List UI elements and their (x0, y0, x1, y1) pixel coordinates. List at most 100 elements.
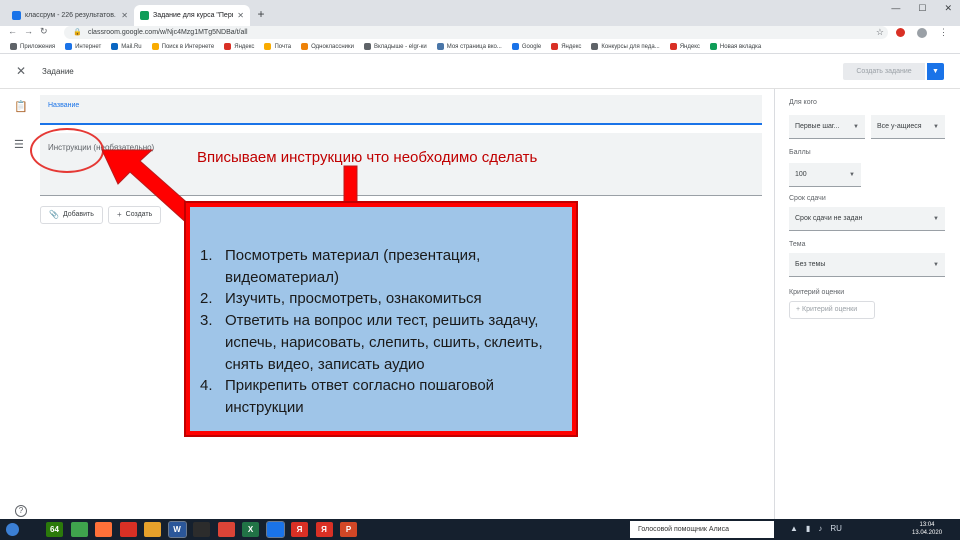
taskbar-app-icon[interactable] (217, 522, 235, 537)
bookmark-item[interactable]: Яндекс (551, 43, 581, 50)
course-value: Первые шаг... (795, 123, 840, 130)
language-icon[interactable]: RU (830, 524, 842, 533)
bookmark-item[interactable]: Яндекс (224, 43, 254, 50)
dropdown-caret-icon: ▼ (849, 172, 855, 178)
minimize-icon[interactable]: — (891, 3, 900, 14)
bookmark-item[interactable]: Google (511, 43, 541, 50)
taskbar-app-icon[interactable] (95, 522, 112, 537)
taskbar-app-icon[interactable] (119, 522, 137, 537)
windows-start-icon[interactable] (6, 523, 19, 536)
bookmark-item[interactable]: Поиск в Интернете (151, 43, 215, 50)
new-tab-button[interactable]: + (254, 7, 268, 21)
close-window-icon[interactable]: ✕ (944, 3, 952, 14)
bookmark-item[interactable]: Яндекс (669, 43, 700, 50)
create-assignment-button[interactable]: Создать задание (843, 63, 925, 80)
bookmark-favicon-icon (436, 43, 444, 50)
reload-icon[interactable]: ↻ (40, 26, 48, 37)
paperclip-icon: 📎 (49, 210, 59, 219)
taskbar-app-icon[interactable] (193, 522, 210, 537)
bookmark-favicon-icon (224, 43, 232, 50)
forward-icon[interactable]: → (24, 26, 33, 36)
bookmark-item[interactable]: Интернет (65, 43, 101, 50)
close-tab-icon[interactable]: ✕ (237, 11, 244, 20)
assignment-clipboard-icon: 📋 (14, 101, 28, 113)
browser-tab-search[interactable]: классрум - 226 результатов. По ✕ (6, 5, 134, 26)
steps-list: 1. Посмотреть материал (презентация, виде… (190, 245, 580, 419)
bookmark-item[interactable]: Конкурсы для педа... (591, 43, 660, 50)
profile-avatar[interactable] (917, 27, 927, 38)
create-dropdown-chevron-icon[interactable]: ▼ (927, 63, 944, 80)
highlight-ellipse (30, 128, 104, 173)
bookmark-star-icon[interactable]: ☆ (876, 27, 884, 38)
topic-select[interactable]: Без темы ▼ (789, 253, 945, 277)
taskbar-app-icon[interactable]: W (167, 521, 187, 538)
taskbar-app-icon[interactable] (265, 521, 285, 538)
dropdown-caret-icon: ▼ (853, 124, 859, 130)
step-number: 2. (200, 290, 213, 308)
bookmark-label: Поиск в Интернете (161, 43, 215, 50)
bookmark-label: Почта (274, 43, 292, 50)
taskbar-app-icon[interactable]: Я (315, 522, 333, 537)
points-select[interactable]: 100 ▼ (789, 163, 861, 187)
menu-kebab-icon[interactable]: ⋮ (939, 27, 948, 38)
close-icon[interactable]: ✕ (16, 64, 26, 78)
bookmark-item[interactable]: Mail.Ru (111, 43, 142, 50)
close-tab-icon[interactable]: ✕ (121, 11, 128, 20)
bookmark-favicon-icon (591, 43, 599, 50)
address-bar[interactable]: 🔒 classroom.google.com/w/Njc4Mzg1MTg5NDB… (64, 26, 888, 39)
bookmark-item[interactable]: Приложения (10, 43, 55, 50)
step-item: 4. Прикрепить ответ согласно пошаговой ин… (190, 375, 580, 418)
dropdown-caret-icon: ▼ (933, 124, 939, 130)
adblock-icon[interactable] (896, 28, 905, 37)
bookmark-item[interactable]: Почта (264, 43, 291, 50)
tray-chevron-icon[interactable]: ▲ (790, 524, 798, 533)
classroom-favicon-icon (140, 11, 149, 20)
taskbar-app-icon[interactable]: Я (291, 522, 308, 537)
step-text: Посмотреть материал (презентация, видеом… (225, 247, 481, 286)
voice-assistant-box[interactable]: Голосовой помощник Алиса (630, 521, 774, 538)
bookmark-item[interactable]: Моя страница вко... (436, 43, 502, 50)
network-icon[interactable]: ▮ (806, 524, 810, 533)
bookmark-label: Яндекс (234, 43, 255, 50)
bookmark-item[interactable]: Вкладыше - elgr-ки (363, 43, 427, 50)
add-rubric-button[interactable]: + Критерий оценки (789, 301, 875, 319)
google-favicon-icon (12, 11, 21, 20)
taskbar-app-icon[interactable] (70, 522, 88, 537)
taskbar-app-icon[interactable]: P (340, 522, 357, 537)
create-attachment-button[interactable]: + Создать (108, 206, 162, 224)
help-icon[interactable]: ? (15, 505, 27, 517)
students-select[interactable]: Все у-ащиеся ▼ (871, 115, 945, 139)
back-icon[interactable]: ← (8, 26, 17, 36)
assignment-settings-panel: Для кого Первые шаг... ▼ Все у-ащиеся ▼ … (774, 89, 960, 519)
windows-taskbar: Голосовой помощник Алиса ▲ ▮ ♪ RU 13:04 … (0, 519, 960, 540)
taskbar-app-icon[interactable] (144, 522, 161, 537)
title-field[interactable]: Название (40, 95, 762, 125)
classroom-appbar: ✕ Задание Создать задание ▼ (0, 55, 960, 89)
bookmark-item[interactable]: Новая вкладка (709, 43, 761, 50)
add-attachment-button[interactable]: 📎 Добавить (40, 206, 103, 224)
browser-tabstrip: классрум - 226 результатов. По ✕ Задание… (0, 0, 960, 26)
instruction-steps-box: 1. Посмотреть материал (презентация, виде… (184, 201, 578, 437)
bookmark-label: Моя страница вко... (446, 43, 502, 50)
toolbar-actions: ☆ ⋮ (876, 27, 948, 38)
volume-icon[interactable]: ♪ (818, 524, 822, 533)
taskbar-app-icon[interactable]: X (242, 522, 259, 537)
bookmark-favicon-icon (709, 43, 717, 50)
system-clock[interactable]: 13:04 13.04.2020 (912, 521, 942, 537)
course-select[interactable]: Первые шаг... ▼ (789, 115, 865, 139)
lock-icon: 🔒 (73, 29, 82, 36)
bookmark-favicon-icon (363, 43, 371, 50)
bookmark-item[interactable]: Одноклассники (301, 43, 354, 50)
points-label: Баллы (789, 149, 811, 156)
maximize-icon[interactable]: ☐ (918, 3, 926, 14)
dropdown-caret-icon: ▼ (933, 216, 939, 222)
browser-tab-classroom[interactable]: Задание для курса "Первые ша ✕ (134, 5, 250, 26)
window-controls: — ☐ ✕ (891, 3, 952, 14)
step-number: 1. (200, 247, 213, 264)
due-select[interactable]: Срок сдачи не задан ▼ (789, 207, 945, 231)
dropdown-caret-icon: ▼ (933, 262, 939, 268)
taskbar-app-icon[interactable]: 64 (46, 522, 63, 537)
bookmark-favicon-icon (10, 43, 17, 50)
system-tray: ▲ ▮ ♪ RU (790, 524, 842, 533)
bookmark-favicon-icon (65, 43, 73, 50)
